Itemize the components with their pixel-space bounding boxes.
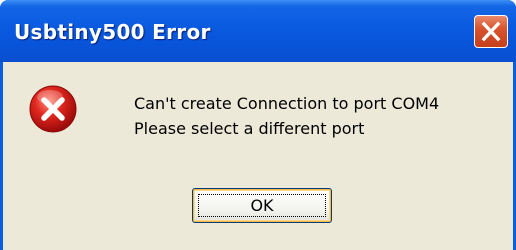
close-button[interactable] (474, 15, 508, 48)
message-line-2: Please select a different port (134, 119, 365, 138)
dialog-body: Can't create Connection to port COM4 Ple… (3, 62, 513, 250)
ok-button-label: OK (250, 196, 274, 215)
error-message: Can't create Connection to port COM4 Ple… (134, 91, 439, 141)
close-icon (481, 21, 501, 42)
error-dialog-window: Usbtiny500 Error Can't create Connection… (0, 0, 516, 250)
dialog-title: Usbtiny500 Error (14, 20, 211, 44)
error-icon (29, 85, 77, 133)
title-bar[interactable]: Usbtiny500 Error (0, 0, 516, 62)
ok-button[interactable]: OK (192, 188, 332, 223)
message-line-1: Can't create Connection to port COM4 (134, 94, 440, 113)
